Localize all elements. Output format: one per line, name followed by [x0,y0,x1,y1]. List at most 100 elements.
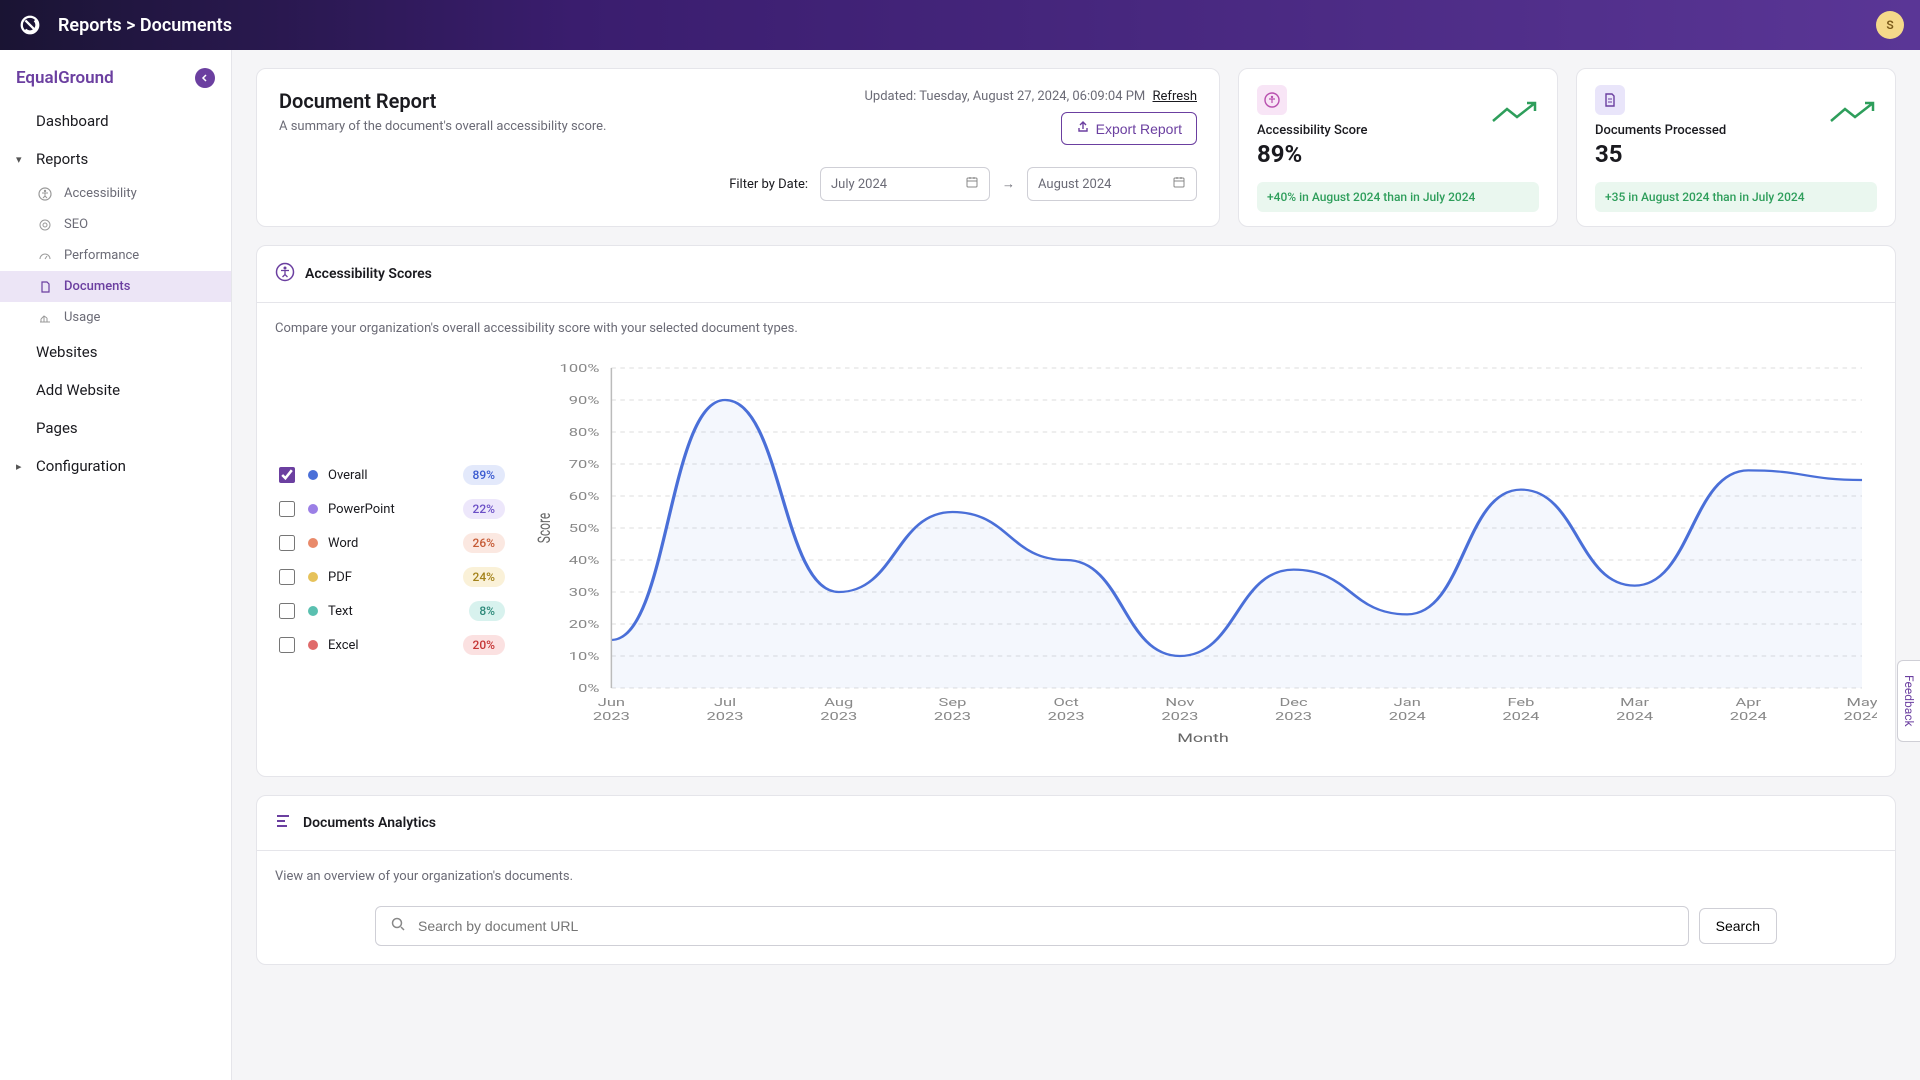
svg-text:2023: 2023 [934,711,971,724]
updated-row: Updated: Tuesday, August 27, 2024, 06:09… [865,89,1198,104]
brand-name: EqualGround [16,68,114,88]
accessibility-icon [1257,85,1287,115]
sidebar-item-label: Performance [64,248,139,263]
sidebar-item-usage[interactable]: Usage [0,302,231,333]
stat-change: +40% in August 2024 than in July 2024 [1257,182,1539,212]
sidebar-item-label: Dashboard [36,112,109,130]
svg-text:2024: 2024 [1389,711,1426,724]
legend-label: Excel [328,638,359,653]
sidebar-item-accessibility[interactable]: Accessibility [0,178,231,209]
legend-badge: 22% [463,499,505,519]
legend-checkbox[interactable] [279,603,295,619]
legend-checkbox[interactable] [279,569,295,585]
stat-value: 89% [1257,140,1539,168]
svg-text:90%: 90% [569,395,600,408]
legend-dot [308,538,318,548]
export-report-button[interactable]: Export Report [1061,112,1197,145]
svg-text:Sep: Sep [939,697,967,710]
page-title: Document Report [279,89,606,113]
sidebar-item-performance[interactable]: Performance [0,240,231,271]
sidebar-item-label: SEO [64,217,88,232]
section-desc: Compare your organization's overall acce… [275,321,1877,336]
svg-text:30%: 30% [569,587,600,600]
legend-row-excel[interactable]: Excel20% [275,628,505,662]
document-icon [1595,85,1625,115]
gauge-icon [38,249,56,263]
refresh-link[interactable]: Refresh [1153,89,1197,104]
sidebar-item-label: Pages [36,419,78,437]
legend-row-word[interactable]: Word26% [275,526,505,560]
svg-text:80%: 80% [569,427,600,440]
feedback-tab[interactable]: Feedback [1897,660,1920,742]
calendar-icon [965,175,979,193]
svg-text:Oct: Oct [1053,697,1079,710]
legend-badge: 8% [469,601,505,621]
svg-text:2023: 2023 [1275,711,1312,724]
svg-text:Jan: Jan [1394,697,1421,710]
share-icon [1076,120,1090,137]
search-box[interactable] [375,906,1689,946]
svg-text:Nov: Nov [1165,697,1194,710]
collapse-sidebar-button[interactable] [195,68,215,88]
sidebar-item-dashboard[interactable]: Dashboard [0,102,231,140]
brand: EqualGround [0,58,231,102]
target-icon [38,218,56,232]
svg-text:40%: 40% [569,555,600,568]
svg-text:100%: 100% [560,363,600,376]
legend-label: PDF [328,570,352,585]
filter-label: Filter by Date: [729,177,808,192]
sidebar-item-label: Add Website [36,381,120,399]
sidebar-item-label: Configuration [36,457,126,475]
content: Document Report A summary of the documen… [232,50,1920,1080]
sidebar-item-websites[interactable]: Websites [0,333,231,371]
stat-value: 35 [1595,140,1877,168]
trend-up-icon [1829,99,1877,131]
legend-row-pdf[interactable]: PDF 24% [275,560,505,594]
date-to-input[interactable]: August 2024 [1027,167,1197,201]
legend-checkbox[interactable] [279,535,295,551]
sidebar-item-label: Accessibility [64,186,137,201]
accessibility-icon [275,262,295,286]
chart-icon [38,311,56,325]
chevron-right-icon: ▸ [16,460,32,473]
svg-text:2024: 2024 [1844,711,1877,724]
svg-text:Jun: Jun [598,697,625,710]
sidebar-item-reports[interactable]: ▾ Reports [0,140,231,178]
sidebar-item-add-website[interactable]: Add Website [0,371,231,409]
accessibility-scores-card: Accessibility Scores Compare your organi… [256,245,1896,777]
report-header-card: Document Report A summary of the documen… [256,68,1220,227]
svg-text:60%: 60% [569,491,600,504]
svg-text:Month: Month [1177,731,1229,745]
svg-text:2024: 2024 [1730,711,1767,724]
legend-row-powerpoint[interactable]: PowerPoint 22% [275,492,505,526]
svg-text:20%: 20% [569,619,600,632]
svg-text:2023: 2023 [1048,711,1085,724]
svg-text:Feb: Feb [1507,697,1534,710]
date-from-input[interactable]: July 2024 [820,167,990,201]
legend-label: PowerPoint [328,502,395,517]
svg-text:May: May [1847,697,1877,710]
sidebar-item-seo[interactable]: SEO [0,209,231,240]
legend-row-overall[interactable]: Overall89% [275,458,505,492]
legend-badge: 24% [463,567,505,587]
topbar: Reports > Documents S [0,0,1920,50]
avatar[interactable]: S [1876,11,1904,39]
search-input[interactable] [416,917,1674,935]
legend-badge: 26% [463,533,505,553]
stat-change: +35 in August 2024 than in July 2024 [1595,182,1877,212]
legend-checkbox[interactable] [279,501,295,517]
legend-checkbox[interactable] [279,637,295,653]
legend-checkbox[interactable] [279,467,295,483]
sidebar-item-pages[interactable]: Pages [0,409,231,447]
updated-label: Updated: [865,89,917,104]
section-title: Documents Analytics [303,815,436,831]
sidebar-item-configuration[interactable]: ▸ Configuration [0,447,231,485]
sidebar-item-label: Documents [64,279,130,294]
svg-text:0%: 0% [578,683,599,696]
legend-row-text[interactable]: Text8% [275,594,505,628]
arrow-right-icon: → [1002,176,1015,192]
search-button[interactable]: Search [1699,908,1777,944]
sidebar-item-documents[interactable]: Documents [0,271,231,302]
stat-card-documents-processed: Documents Processed 35 +35 in August 202… [1576,68,1896,227]
legend-dot [308,572,318,582]
